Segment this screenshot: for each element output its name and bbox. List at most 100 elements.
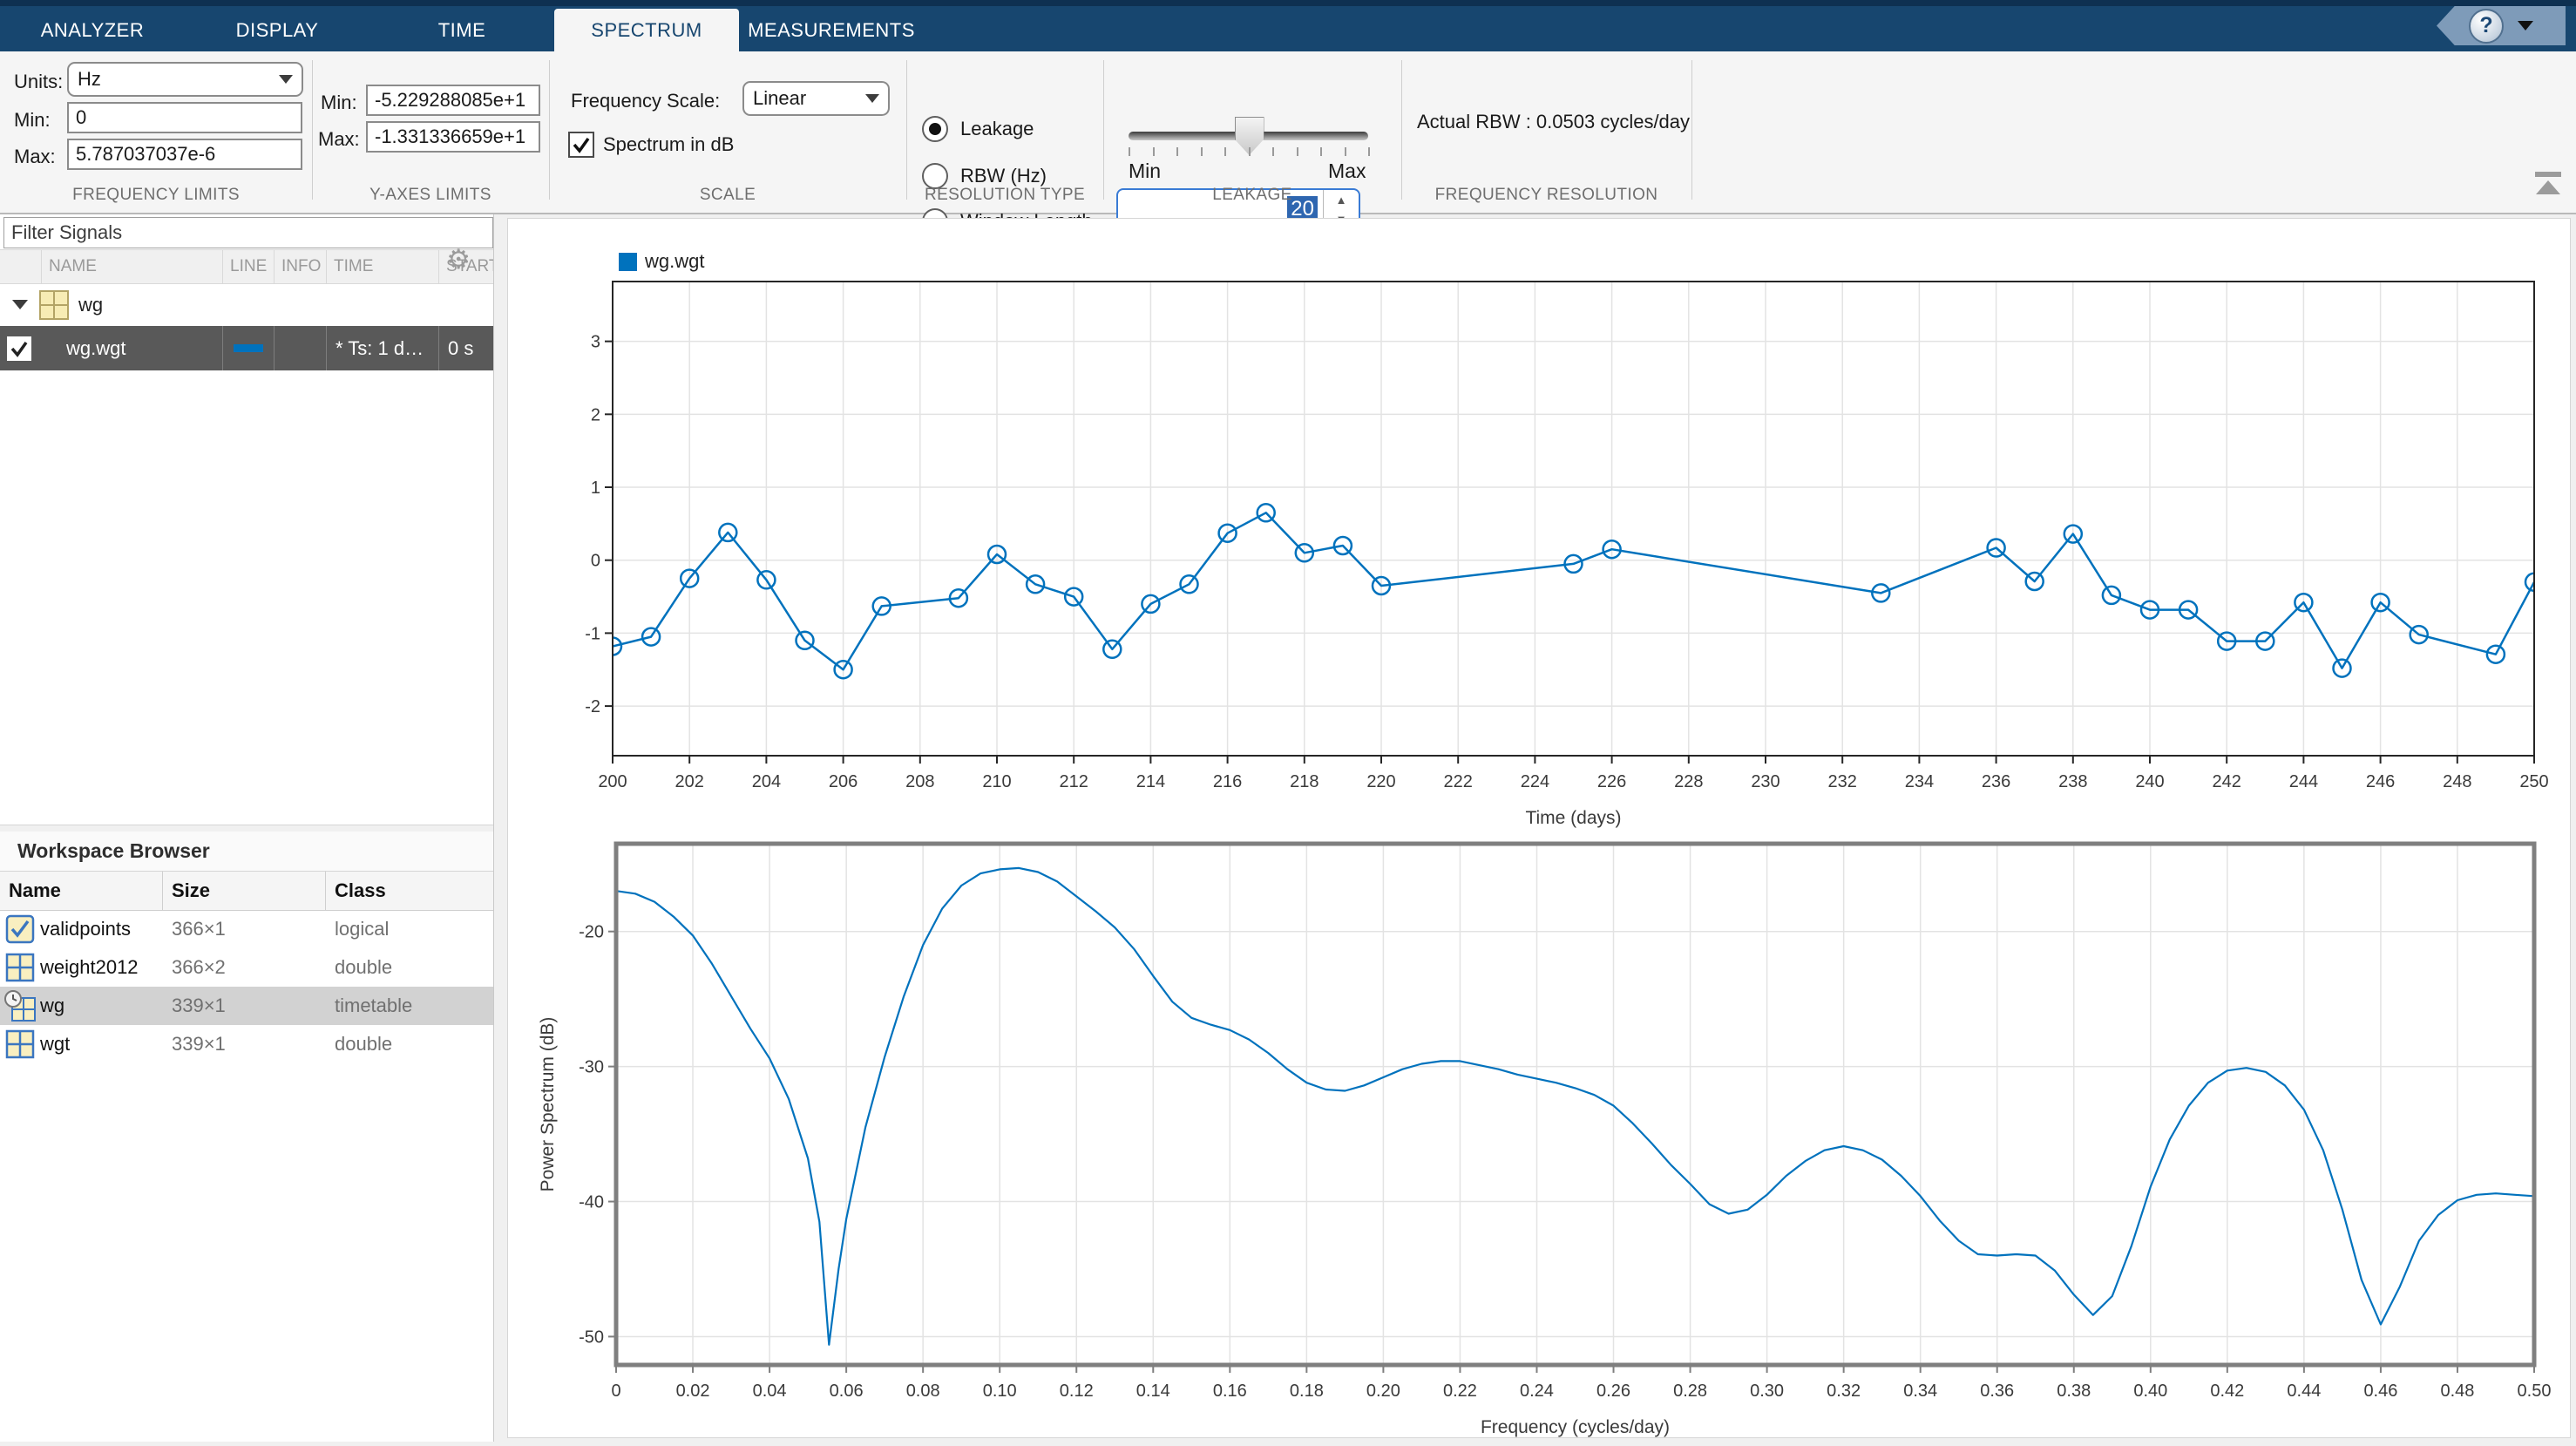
chevron-down-icon — [865, 94, 879, 103]
chart2-canvas[interactable]: 00.020.040.060.080.100.120.140.160.180.2… — [514, 826, 2576, 1442]
column-header-info[interactable]: INFO — [275, 250, 327, 283]
freq-max-value: 5.787037037e-6 — [76, 143, 215, 166]
gear-icon[interactable]: ⚙ — [446, 246, 471, 273]
time-plot[interactable]: 2002022042062082102122142162182202222242… — [514, 237, 2571, 852]
ws-var-class: double — [326, 956, 392, 979]
units-dropdown[interactable]: Hz — [67, 62, 303, 97]
y-max-input[interactable]: -1.331336659e+1 — [366, 121, 540, 153]
tab-measurements[interactable]: MEASUREMENTS — [739, 9, 924, 51]
workspace-row-weight2012[interactable]: weight2012366×2double — [0, 948, 493, 987]
ws-column-header-name[interactable]: Name — [0, 872, 163, 910]
tab-time[interactable]: TIME — [369, 9, 554, 51]
freq-max-input[interactable]: 5.787037037e-6 — [67, 139, 302, 170]
units-value: Hz — [78, 68, 101, 91]
column-header-checkbox[interactable] — [0, 250, 42, 283]
column-header-time[interactable]: TIME — [327, 250, 439, 283]
frequency-scale-dropdown[interactable]: Linear — [742, 81, 890, 116]
workspace-row-validpoints[interactable]: validpoints366×1logical — [0, 910, 493, 948]
leakage-section-label: LEAKAGE — [1103, 184, 1401, 207]
filter-signals-input[interactable]: Filter Signals — [3, 217, 493, 248]
logical-icon — [5, 914, 35, 944]
x-tick-label: 0.46 — [2363, 1382, 2397, 1401]
x-axis-label: Time (days) — [1525, 808, 1621, 828]
x-tick-label: 224 — [1521, 772, 1549, 791]
ws-column-header-size[interactable]: Size — [163, 872, 326, 910]
freq-max-label: Max: — [14, 146, 56, 168]
radio-label: Leakage — [960, 118, 1034, 140]
x-tick-label: 0.10 — [983, 1382, 1017, 1401]
toolstrip-tab-bar: ANALYZERDISPLAYTIMESPECTRUMMEASUREMENTS … — [0, 0, 2576, 51]
section-divider — [906, 60, 907, 200]
workspace-row-wg[interactable]: wg339×1timetable — [0, 987, 493, 1025]
signal-group-row[interactable]: wg — [0, 283, 493, 327]
ws-column-header-class[interactable]: Class — [326, 872, 493, 910]
y-tick-label: -2 — [585, 697, 600, 716]
x-tick-label: 0.32 — [1827, 1382, 1861, 1401]
x-axis-label: Frequency (cycles/day) — [1481, 1417, 1670, 1437]
x-tick-label: 0.04 — [753, 1382, 787, 1401]
y-tick-label: 1 — [591, 479, 600, 498]
x-tick-label: 0.44 — [2287, 1382, 2321, 1401]
leakage-min-label: Min — [1129, 160, 1161, 183]
x-tick-label: 248 — [2443, 772, 2471, 791]
slider-tick — [1249, 147, 1251, 156]
slider-tick — [1368, 147, 1370, 156]
x-tick-label: 0.14 — [1136, 1382, 1170, 1401]
x-tick-label: 0.28 — [1673, 1382, 1707, 1401]
x-tick-label: 232 — [1828, 772, 1857, 791]
slider-tick — [1272, 147, 1274, 156]
ws-var-size: 366×1 — [163, 918, 326, 940]
signal-checkbox-cell — [0, 326, 42, 370]
x-tick-label: 216 — [1213, 772, 1242, 791]
signal-start-cell: 0 s — [439, 326, 493, 370]
tab-spectrum[interactable]: SPECTRUM — [554, 9, 739, 51]
slider-tick — [1320, 147, 1322, 156]
freq-min-value: 0 — [76, 106, 86, 129]
radio-leakage[interactable]: Leakage — [922, 116, 1034, 142]
workspace-table-header: NameSizeClass — [0, 872, 493, 911]
y-max-value: -1.331336659e+1 — [375, 126, 525, 148]
signals-panel: Filter Signals NAMELINEINFOTIMESTART ⚙ w… — [0, 214, 494, 1442]
help-button[interactable]: ? — [2437, 6, 2566, 45]
x-tick-label: 0.12 — [1060, 1382, 1094, 1401]
leakage-slider[interactable] — [1129, 132, 1368, 140]
tab-display[interactable]: DISPLAY — [185, 9, 369, 51]
actual-rbw-text: Actual RBW : 0.0503 cycles/day — [1417, 111, 1690, 133]
section-divider — [312, 60, 313, 200]
slider-tick — [1345, 147, 1346, 156]
signal-checkbox[interactable] — [7, 336, 31, 361]
expander-down-icon[interactable] — [12, 300, 28, 309]
minimize-ribbon-button[interactable] — [2531, 172, 2566, 205]
signal-time: * Ts: 1 d… — [336, 337, 424, 360]
column-header-line[interactable]: LINE — [223, 250, 275, 283]
signal-start: 0 s — [448, 337, 473, 360]
freq-min-input[interactable]: 0 — [67, 102, 302, 133]
workspace-row-wgt[interactable]: wgt339×1double — [0, 1025, 493, 1063]
signal-time-cell: * Ts: 1 d… — [327, 326, 439, 370]
line-style-swatch — [234, 344, 263, 352]
x-tick-label: 0.06 — [830, 1382, 864, 1401]
x-tick-label: 220 — [1366, 772, 1395, 791]
section-divider — [1103, 60, 1104, 200]
spectrum-db-checkbox[interactable] — [568, 132, 594, 158]
chart1-canvas[interactable]: 2002022042062082102122142162182202222242… — [514, 237, 2571, 847]
titlebar-strip — [0, 0, 2576, 6]
signal-row[interactable]: wg.wgt * Ts: 1 d… 0 s — [0, 326, 493, 370]
x-tick-label: 0.20 — [1366, 1382, 1400, 1401]
workspace-browser-title: Workspace Browser — [0, 832, 493, 872]
chevron-down-icon — [279, 75, 293, 84]
tab-analyzer[interactable]: ANALYZER — [0, 9, 185, 51]
ws-var-name: wgt — [40, 1033, 163, 1056]
y-min-input[interactable]: -5.229288085e+1 — [366, 85, 540, 116]
x-tick-label: 0.26 — [1596, 1382, 1630, 1401]
x-tick-label: 246 — [2366, 772, 2395, 791]
check-icon — [572, 135, 591, 154]
frequency-limits-section-label: FREQUENCY LIMITS — [0, 184, 312, 207]
x-tick-label: 204 — [752, 772, 781, 791]
spectrum-plot[interactable]: 00.020.040.060.080.100.120.140.160.180.2… — [514, 826, 2576, 1446]
x-tick-label: 202 — [675, 772, 704, 791]
column-header-name[interactable]: NAME — [42, 250, 223, 283]
x-tick-label: 0.36 — [1980, 1382, 2014, 1401]
filter-signals-placeholder: Filter Signals — [11, 221, 122, 244]
ws-var-size: 339×1 — [163, 995, 326, 1017]
